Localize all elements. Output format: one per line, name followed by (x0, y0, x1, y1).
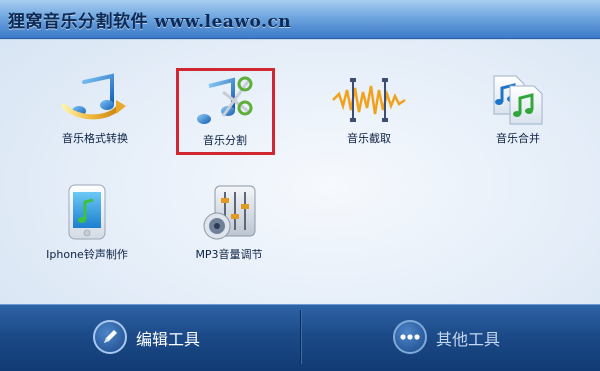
app-window: 狸窝音乐分割软件 www.leawo.cn 音乐格式转换 音乐分割 音乐截取 音… (0, 0, 600, 371)
tool-music-trim[interactable]: 音乐截取 (304, 72, 434, 147)
tool-label: MP3音量调节 (195, 248, 263, 261)
tool-label: 音乐合并 (496, 132, 540, 145)
tool-music-format-convert[interactable]: 音乐格式转换 (30, 72, 160, 147)
music-files-merge-icon (493, 75, 543, 125)
music-note-arrow-icon (61, 73, 126, 120)
other-tools-button[interactable]: 其他工具 (301, 304, 600, 371)
more-dots-icon (393, 320, 427, 354)
edit-tools-button[interactable]: 编辑工具 (0, 304, 300, 371)
title-bar: 狸窝音乐分割软件 www.leawo.cn (0, 0, 600, 39)
waveform-cut-icon (332, 78, 406, 122)
tool-label: 音乐格式转换 (62, 132, 128, 145)
tool-iphone-ringtone[interactable]: Iphone铃声制作 (22, 184, 152, 261)
edit-tools-label: 编辑工具 (136, 330, 201, 349)
selection-highlight (176, 68, 275, 155)
phone-ringtone-icon (68, 184, 106, 240)
tool-label: Iphone铃声制作 (46, 248, 128, 261)
other-tools-label: 其他工具 (436, 330, 501, 349)
tool-music-merge[interactable]: 音乐合并 (453, 72, 583, 147)
window-title: 狸窝音乐分割软件 www.leawo.cn (8, 12, 292, 32)
tool-mp3-volume[interactable]: MP3音量调节 (164, 184, 294, 261)
pencil-icon (93, 320, 127, 354)
volume-mixer-icon (203, 185, 256, 240)
tool-label: 音乐截取 (347, 132, 391, 145)
